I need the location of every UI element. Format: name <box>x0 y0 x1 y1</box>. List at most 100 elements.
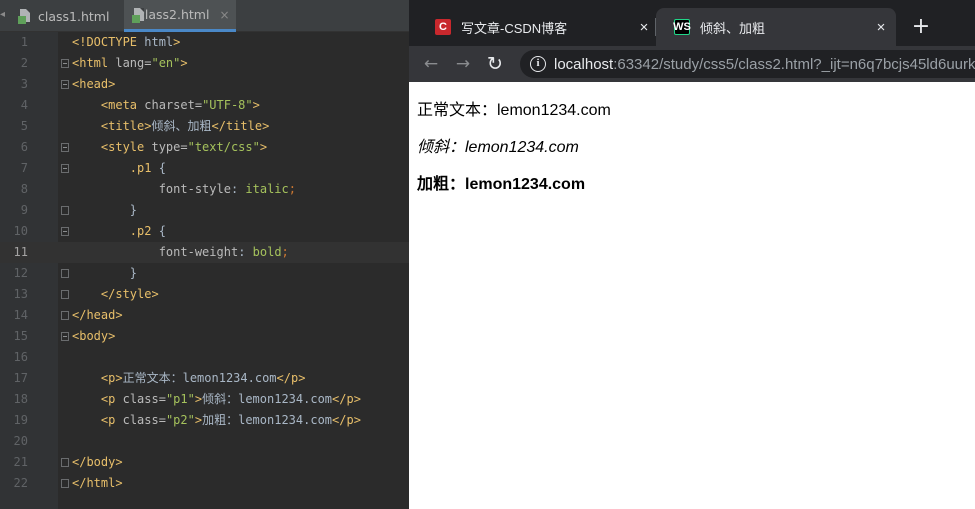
page-content: 正常文本：lemon1234.com 倾斜：lemon1234.com 加粗：l… <box>409 82 975 509</box>
fold-marker-icon[interactable] <box>61 206 69 215</box>
line-number: 15 <box>13 329 28 343</box>
fold-marker-icon[interactable] <box>61 290 69 299</box>
code-token: <head> <box>72 77 116 91</box>
code-token: } <box>72 203 138 217</box>
html-file-icon <box>18 8 32 24</box>
ide-editor-pane: ◂ class1.html class2.html × 1 <!DOCTYPE h… <box>0 0 409 509</box>
code-token: "text/css" <box>187 140 260 154</box>
close-icon[interactable]: × <box>219 8 229 22</box>
line-number: 21 <box>13 455 28 469</box>
fold-marker-icon[interactable] <box>61 269 69 278</box>
code-line[interactable]: 16 <box>0 347 409 368</box>
forward-arrow-icon[interactable]: → <box>449 50 477 78</box>
url-text[interactable]: localhost:63342/study/css5/class2.html?_… <box>554 56 975 73</box>
code-token: <html <box>72 56 116 70</box>
browser-tab-csdn[interactable]: C 写文章-CSDN博客 × <box>417 8 659 46</box>
browser-tab-title: 写文章-CSDN博客 <box>461 20 568 36</box>
code-token: italic <box>245 182 289 196</box>
code-token: </body> <box>72 455 123 469</box>
fold-marker-icon[interactable] <box>61 143 69 152</box>
code-token: </p> <box>332 392 361 406</box>
code-text: </html> <box>72 473 123 494</box>
code-token: > <box>252 98 260 112</box>
code-token: > <box>194 392 203 406</box>
line-number: 5 <box>20 119 28 133</box>
fold-marker-icon[interactable] <box>61 332 69 341</box>
code-line[interactable]: 20 <box>0 431 409 452</box>
line-number: 16 <box>13 350 28 364</box>
code-line[interactable]: 17 <p>正常文本：lemon1234.com</p> <box>0 368 409 389</box>
code-line[interactable]: 2 <html lang="en"> <box>0 53 409 74</box>
code-token: "p1" <box>165 392 195 406</box>
code-line[interactable]: 6 <style type="text/css"> <box>0 137 409 158</box>
line-number: 6 <box>20 140 28 154</box>
fold-marker-icon[interactable] <box>61 311 69 320</box>
tab-scroll-arrow-icon[interactable]: ◂ <box>0 9 6 20</box>
code-token: bold <box>252 245 282 259</box>
code-line[interactable]: 3 <head> <box>0 74 409 95</box>
code-line[interactable]: 1 <!DOCTYPE html> <box>0 32 409 53</box>
fold-marker-icon[interactable] <box>61 164 69 173</box>
code-line[interactable]: 22 </html> <box>0 473 409 494</box>
code-token: 正常文本：lemon1234.com <box>122 371 277 385</box>
code-line[interactable]: 11 font-weight: bold; <box>0 242 409 263</box>
fold-marker-icon[interactable] <box>61 458 69 467</box>
code-line[interactable]: 9 } <box>0 200 409 221</box>
code-text: <p class="p2">加粗：lemon1234.com</p> <box>72 410 361 431</box>
code-line[interactable]: 19 <p class="p2">加粗：lemon1234.com</p> <box>0 410 409 431</box>
line-number: 10 <box>13 224 28 238</box>
fold-marker-icon[interactable] <box>61 59 69 68</box>
code-token: html <box>137 35 174 49</box>
code-token: </html> <box>72 476 123 490</box>
code-line[interactable]: 8 font-style: italic; <box>0 179 409 200</box>
code-token: } <box>72 266 138 280</box>
back-arrow-icon[interactable]: ← <box>417 50 445 78</box>
line-number: 22 <box>13 476 28 490</box>
close-tab-icon[interactable]: × <box>866 19 896 36</box>
browser-tab-active[interactable]: WS 倾斜、加粗 × <box>656 8 896 46</box>
editor-tab-label: class1.html <box>38 8 110 24</box>
line-number: 20 <box>13 434 28 448</box>
code-token: <meta <box>100 98 145 112</box>
code-text: <html lang="en"> <box>72 53 188 74</box>
code-text: <body> <box>72 326 115 347</box>
info-icon[interactable]: i <box>530 56 546 72</box>
code-text: </style> <box>72 284 159 305</box>
fold-marker-icon[interactable] <box>61 479 69 488</box>
code-text: </head> <box>72 305 123 326</box>
fold-marker-icon[interactable] <box>61 227 69 236</box>
browser-window: C 写文章-CSDN博客 × WS 倾斜、加粗 × + ← → ↻ i loca… <box>409 0 975 509</box>
code-line[interactable]: 7 .p1 { <box>0 158 409 179</box>
code-line[interactable]: 5 <title>倾斜、加粗</title> <box>0 116 409 137</box>
code-text: font-style: italic; <box>72 179 296 200</box>
address-bar[interactable]: i localhost:63342/study/css5/class2.html… <box>520 50 975 78</box>
code-token: > <box>194 413 203 427</box>
code-line[interactable]: 12 } <box>0 263 409 284</box>
code-line[interactable]: 10 .p2 { <box>0 221 409 242</box>
webstorm-favicon-icon: WS <box>673 19 691 35</box>
editor-tab-class1[interactable]: class1.html <box>10 0 122 32</box>
reload-icon[interactable]: ↻ <box>481 50 509 78</box>
line-number: 8 <box>20 182 28 196</box>
browser-toolbar: ← → ↻ i localhost:63342/study/css5/class… <box>409 46 975 82</box>
code-line[interactable]: 13 </style> <box>0 284 409 305</box>
code-line[interactable]: 14 </head> <box>0 305 409 326</box>
line-number: 17 <box>13 371 28 385</box>
new-tab-button[interactable]: + <box>908 12 934 42</box>
code-token: </style> <box>100 287 159 301</box>
code-line[interactable]: 21 </body> <box>0 452 409 473</box>
editor-tab-class2[interactable]: class2.html × <box>124 0 236 32</box>
code-token: : <box>238 245 253 259</box>
fold-marker-icon[interactable] <box>61 80 69 89</box>
code-token: 倾斜：lemon1234.com <box>202 392 333 406</box>
code-line[interactable]: 4 <meta charset="UTF-8"> <box>0 95 409 116</box>
code-line[interactable]: 15 <body> <box>0 326 409 347</box>
code-line[interactable]: 18 <p class="p1">倾斜：lemon1234.com</p> <box>0 389 409 410</box>
